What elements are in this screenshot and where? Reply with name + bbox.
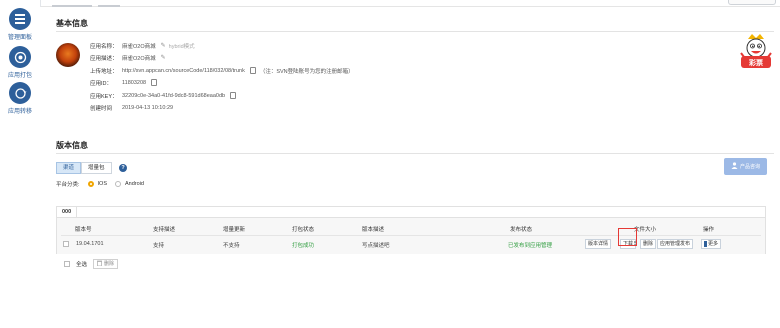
app-name-row: 应用名称： 麻雀O2O商城 ✎ hybrid模式 [90,41,195,50]
row-divider [61,235,761,236]
col-version: 版本号 [75,227,92,233]
mascot-text: 彩票 [749,60,763,67]
row-checkbox[interactable] [63,241,69,247]
platform-ios-label: IOS [97,181,108,187]
platform-filter: 平台分类: IOS Android [56,180,144,188]
col-build-status: 打包状态 [292,227,315,233]
more-label: 更多 [708,241,719,247]
main-panel: 基本信息 应用名称： 麻雀O2O商城 ✎ hybrid模式 应用描述： 麻雀O2… [40,7,780,328]
copy-icon[interactable] [249,67,256,74]
sidebar: 管理面板 应用打包 应用转移 [0,0,41,328]
mascot-badge: 彩票 [736,33,776,73]
top-right-button[interactable] [728,0,776,5]
app-name-label: 应用名称： [90,43,118,50]
divider [56,31,774,32]
col-actions: 操作 [703,227,715,233]
svn-note: （注：SVN登陆账号为您的注册邮箱） [259,68,354,75]
cell-publish-status: 已发布到应用管理 [508,243,553,249]
select-all-checkbox[interactable] [64,261,70,267]
more-button[interactable]: 更多 [701,239,722,249]
more-marker-icon [704,241,707,247]
version-detail-button[interactable]: 版本详情 [585,239,612,249]
app-desc-row: 应用描述： 麻雀O2O商城 ✎ [90,53,166,62]
transfer-icon [9,82,31,104]
platform-android-label: Android [125,181,144,187]
app-desc-value: 麻雀O2O商城 [122,55,156,62]
download-highlight-box [618,228,637,246]
cell-incremental: 不支持 [223,243,240,249]
radio-ios[interactable] [87,181,94,187]
sidebar-item-dashboard[interactable]: 管理面板 [0,8,40,41]
app-name-value: 麻雀O2O商城 [122,43,156,50]
top-tab-strip [40,0,780,7]
channel-tabs: 渠道 增量包 [56,162,112,174]
top-tab-2[interactable] [98,0,120,7]
app-id-row: 应用ID： 11803208 [90,78,158,87]
app-key-row: 应用KEY： 32209c0e-34a0-41fd-9dc8-591d68eaa… [90,91,237,100]
package-icon [9,46,31,68]
sidebar-item-package[interactable]: 应用打包 [0,46,40,79]
platform-option-android[interactable]: Android [115,181,144,187]
app-id-label: 应用ID： [90,80,113,87]
app-key-label: 应用KEY： [90,93,118,100]
cell-version: 19.04.1701 [76,241,104,247]
sidebar-item-label: 应用转移 [7,109,32,115]
bulk-actions: 全选 删除 [64,259,119,269]
cell-build-status: 打包成功 [292,243,315,249]
created-value: 2019-04-13 10:10:29 [122,104,174,111]
divider [56,153,774,154]
person-icon [731,162,738,171]
select-all-label: 全选 [76,262,88,268]
edit-icon[interactable]: ✎ [161,42,166,49]
tab-incremental[interactable]: 增量包 [81,162,112,174]
cell-support: 支持 [153,243,165,249]
version-info-title: 版本信息 [56,141,88,150]
col-incremental: 增量更新 [223,227,246,233]
svn-row: 上传地址： http://svn.appcan.cn/sourceCode/11… [90,66,354,75]
publish-to-app-mgmt-button[interactable]: 应用管理发布 [657,239,694,249]
svn-value: http://svn.appcan.cn/sourceCode/118/032/… [122,67,245,74]
svn-label: 上传地址： [90,68,118,75]
platform-option-ios[interactable]: IOS [87,181,108,187]
bulk-delete-label: 删除 [104,261,115,267]
cell-description: 写点描述吧 [362,243,390,249]
product-consult-button[interactable]: 产品咨询 [724,158,767,175]
sidebar-item-transfer[interactable]: 应用转移 [0,82,40,115]
copy-icon[interactable] [151,79,158,86]
basic-info-title: 基本信息 [56,19,88,28]
dashboard-icon [9,8,31,30]
app-key-value: 32209c0e-34a0-41fd-9dc8-591d68eaa0db [122,92,226,99]
col-support: 支持描述 [153,227,176,233]
help-icon[interactable]: ? [119,164,127,172]
col-publish-status: 发布状态 [510,227,533,233]
version-table-body: 版本号 支持描述 增量更新 打包状态 版本描述 发布状态 文件大小 操作 19.… [57,217,765,254]
radio-android[interactable] [115,181,122,187]
app-icon [56,43,80,67]
copy-icon[interactable] [230,92,237,99]
sidebar-item-label: 管理面板 [7,35,32,41]
top-tab-1[interactable] [52,0,92,7]
platform-label: 平台分类: [56,182,80,188]
created-row: 创建时间 2019-04-13 10:10:29 [90,103,173,112]
app-id-value: 11803208 [122,79,147,86]
col-file-size: 文件大小 [634,227,657,233]
bulk-delete-button[interactable]: 删除 [93,259,119,269]
sidebar-item-label: 应用打包 [7,73,32,79]
product-consult-label: 产品咨询 [739,164,760,170]
app-desc-label: 应用描述： [90,55,118,62]
trash-icon [97,260,103,269]
edit-icon[interactable]: ✎ [161,54,166,61]
tab-channel[interactable]: 渠道 [56,162,82,174]
created-label: 创建时间 [90,105,113,112]
version-table: 000 版本号 支持描述 增量更新 打包状态 版本描述 发布状态 文件大小 操作… [56,206,766,254]
col-description: 版本描述 [362,227,385,233]
hybrid-tag: hybrid模式 [168,43,195,50]
delete-button[interactable]: 删除 [640,239,657,249]
